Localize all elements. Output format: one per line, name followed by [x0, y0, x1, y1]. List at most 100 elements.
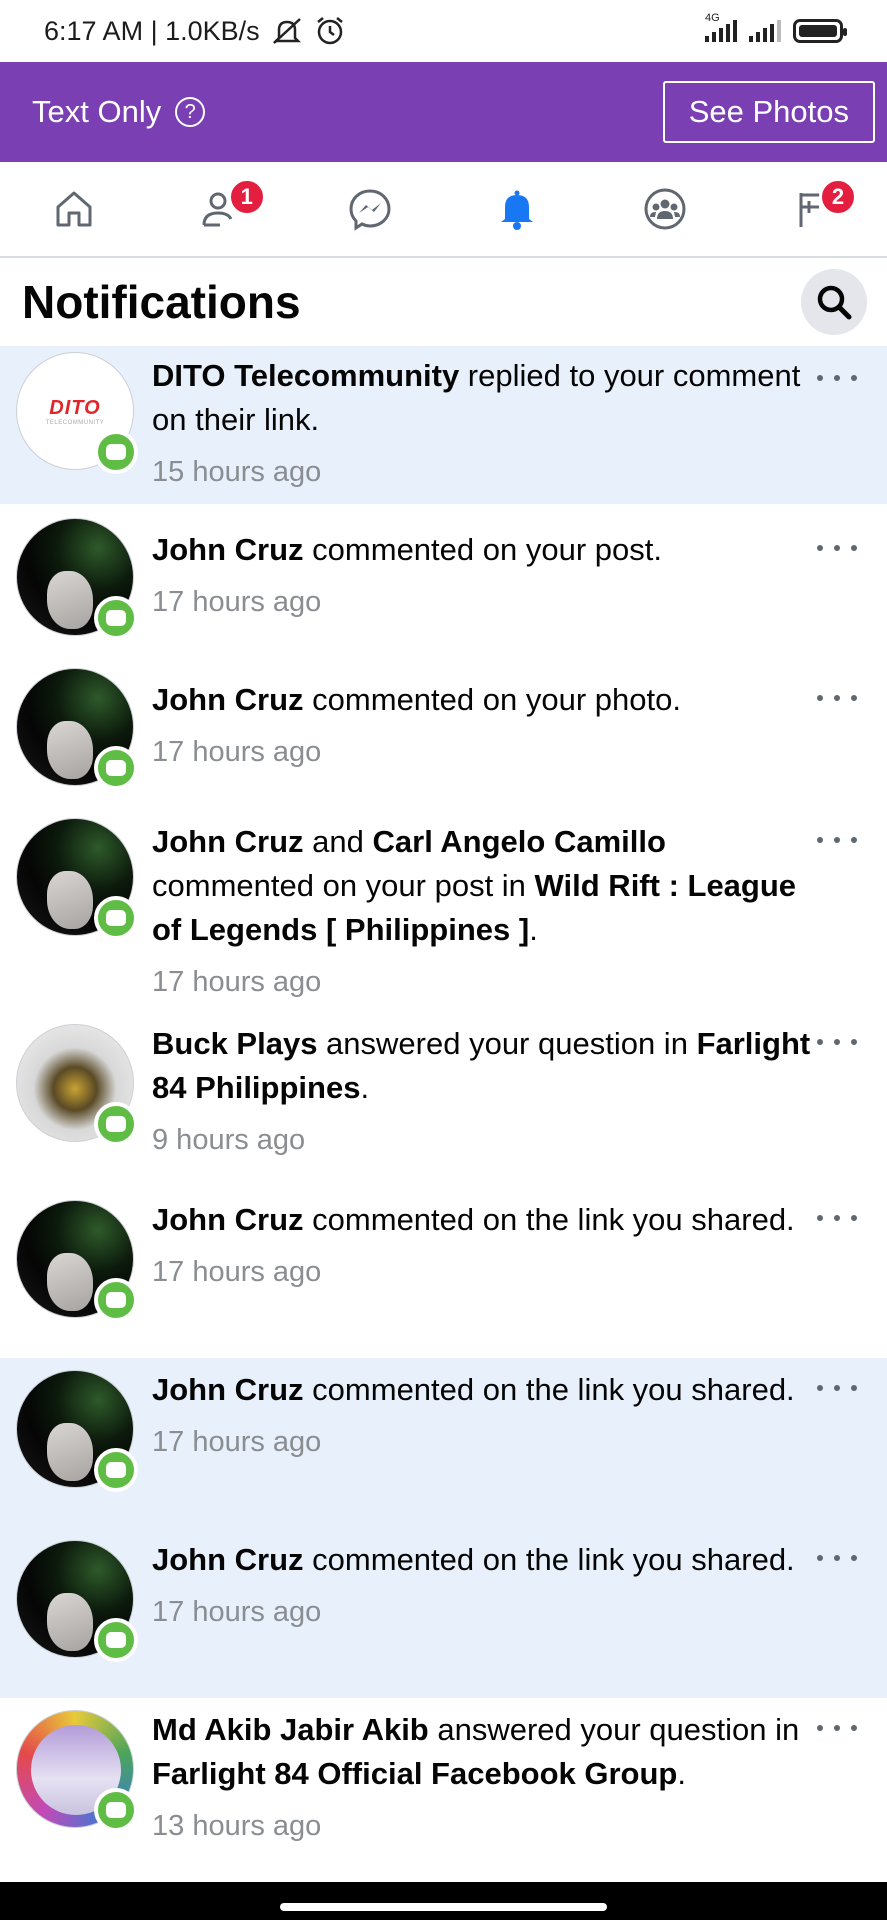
avatar-wrap: [16, 1024, 138, 1146]
avatar-wrap: [16, 1370, 138, 1492]
avatar-wrap: [16, 1200, 138, 1322]
avatar-wrap: DITO TELECOMMUNITY: [16, 352, 138, 474]
notification-text: John Cruz commented on the link you shar…: [152, 1372, 795, 1407]
avatar-wrap: [16, 1540, 138, 1662]
dito-logo: DITO: [49, 396, 101, 419]
notification-actor: Md Akib Jabir Akib: [152, 1712, 429, 1747]
search-icon: [817, 285, 852, 320]
avatar-wrap: [16, 1710, 138, 1832]
silent-mode-icon: [272, 18, 301, 44]
notification-time: 13 hours ago: [152, 1810, 322, 1842]
home-icon: [56, 191, 92, 227]
more-options-button[interactable]: [817, 538, 857, 558]
tab-friends[interactable]: 1: [148, 162, 296, 256]
comment-icon: [94, 1618, 138, 1662]
notification-text: Md Akib Jabir Akib answered your questio…: [152, 1712, 800, 1791]
search-button[interactable]: [801, 269, 867, 335]
comment-icon: [94, 746, 138, 790]
tab-home[interactable]: [0, 162, 148, 256]
more-options-button[interactable]: [817, 830, 857, 850]
status-right: 4G: [705, 12, 847, 43]
alarm-icon: [316, 17, 343, 45]
notification-text: John Cruz commented on your photo.: [152, 682, 681, 717]
notification-content: John Cruz commented on the link you shar…: [152, 1528, 812, 1698]
notification-item[interactable]: Md Akib Jabir Akib answered your questio…: [0, 1698, 887, 1870]
more-options-button[interactable]: [817, 368, 857, 388]
notification-item[interactable]: John Cruz and Carl Angelo Camillo commen…: [0, 804, 887, 1018]
avatar-wrap: [16, 518, 138, 640]
notification-content: John Cruz commented on the link you shar…: [152, 1358, 812, 1528]
comment-icon: [94, 1788, 138, 1832]
notification-actor: John Cruz: [152, 532, 304, 567]
see-photos-button[interactable]: See Photos: [662, 81, 875, 143]
notification-time: 17 hours ago: [152, 1596, 322, 1628]
notification-item[interactable]: John Cruz commented on the link you shar…: [0, 1188, 887, 1358]
tab-groups[interactable]: [591, 162, 739, 256]
battery-icon: [793, 19, 847, 43]
more-options-button[interactable]: [817, 1032, 857, 1052]
tab-notifications[interactable]: [443, 162, 591, 256]
more-options-button[interactable]: [817, 1548, 857, 1568]
notification-actor: John Cruz: [152, 682, 304, 717]
status-time-speed: 6:17 AM | 1.0KB/s: [44, 15, 260, 46]
avatar-wrap: [16, 668, 138, 790]
notification-time: 17 hours ago: [152, 1426, 322, 1458]
notification-text: DITO Telecommunity replied to your comme…: [152, 358, 801, 437]
home-gesture-handle[interactable]: [280, 1903, 607, 1911]
notification-actor-2: Carl Angelo Camillo: [372, 824, 666, 859]
notifications-bell-icon: [501, 190, 534, 230]
messenger-icon: [349, 189, 391, 231]
notification-item[interactable]: John Cruz commented on the link you shar…: [0, 1358, 887, 1528]
menu-badge: 2: [819, 178, 858, 216]
banner-title: Text Only: [32, 94, 162, 129]
tab-messenger[interactable]: [296, 162, 444, 256]
help-icon[interactable]: ?: [175, 97, 206, 127]
notification-time: 15 hours ago: [152, 456, 322, 488]
comment-icon: [94, 430, 138, 474]
signal-4g-icon: 4G: [705, 12, 737, 42]
notification-item[interactable]: John Cruz commented on the link you shar…: [0, 1528, 887, 1698]
notification-time: 17 hours ago: [152, 1256, 322, 1288]
more-options-button[interactable]: [817, 1208, 857, 1228]
comment-icon: [94, 1102, 138, 1146]
notification-content: John Cruz and Carl Angelo Camillo commen…: [152, 804, 812, 1018]
notification-text: Buck Plays answered your question in Far…: [152, 1026, 811, 1105]
notification-content: Md Akib Jabir Akib answered your questio…: [152, 1698, 812, 1870]
notification-actor: John Cruz: [152, 824, 304, 859]
tab-menu[interactable]: 2: [739, 162, 887, 256]
notification-item[interactable]: Buck Plays answered your question in Far…: [0, 1018, 887, 1188]
notification-actor: John Cruz: [152, 1372, 304, 1407]
page-title: Notifications: [22, 276, 301, 328]
comment-icon: [94, 1448, 138, 1492]
signal-icon: [749, 20, 781, 42]
notification-text: John Cruz commented on your post.: [152, 532, 662, 567]
notification-item[interactable]: DITO TELECOMMUNITY DITO Telecommunity re…: [0, 346, 887, 504]
notification-actor: John Cruz: [152, 1202, 304, 1237]
notification-item[interactable]: John Cruz commented on your post. 17 hou…: [0, 504, 887, 654]
status-left: 6:17 AM | 1.0KB/s: [44, 15, 346, 47]
notifications-list: DITO TELECOMMUNITY DITO Telecommunity re…: [0, 346, 887, 1870]
notification-content: Buck Plays answered your question in Far…: [152, 1018, 812, 1188]
friends-badge: 1: [227, 178, 266, 216]
notification-time: 17 hours ago: [152, 586, 322, 618]
comment-icon: [94, 896, 138, 940]
text-only-banner: Text Only ? See Photos: [0, 62, 887, 162]
notification-actor: John Cruz: [152, 1542, 304, 1577]
notification-text: John Cruz and Carl Angelo Camillo commen…: [152, 824, 797, 947]
comment-icon: [94, 1278, 138, 1322]
comment-icon: [94, 596, 138, 640]
notification-group: Farlight 84 Official Facebook Group: [152, 1756, 678, 1791]
banner-title-group: Text Only ?: [32, 94, 206, 130]
notification-text: John Cruz commented on the link you shar…: [152, 1202, 795, 1237]
notification-content: DITO Telecommunity replied to your comme…: [152, 346, 812, 504]
notifications-header: Notifications: [0, 258, 887, 346]
status-bar: 6:17 AM | 1.0KB/s 4G: [0, 0, 887, 62]
notification-item[interactable]: John Cruz commented on your photo. 17 ho…: [0, 654, 887, 804]
notification-actor: Buck Plays: [152, 1026, 318, 1061]
more-options-button[interactable]: [817, 1378, 857, 1398]
notification-content: John Cruz commented on the link you shar…: [152, 1188, 812, 1358]
avatar-wrap: [16, 818, 138, 940]
more-options-button[interactable]: [817, 688, 857, 708]
groups-icon: [644, 188, 686, 230]
more-options-button[interactable]: [817, 1718, 857, 1738]
